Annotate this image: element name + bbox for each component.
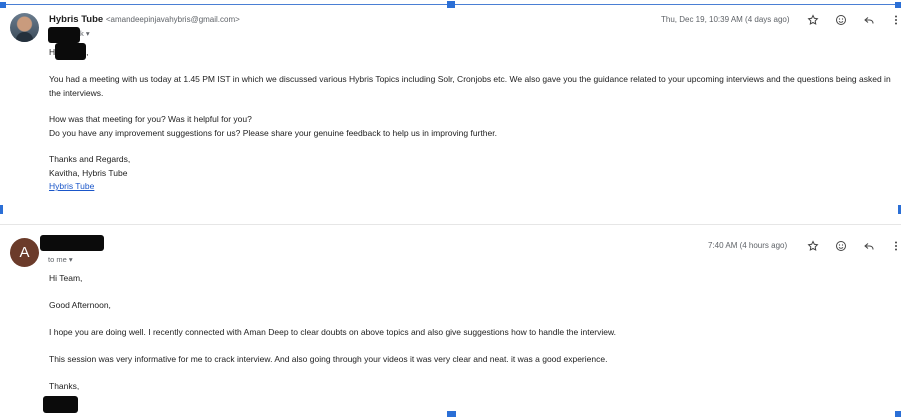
more-vert-icon[interactable] [889,13,901,27]
greeting: H, [49,46,894,60]
emoji-icon[interactable] [834,239,848,253]
signature-line: Thanks and Regards, [49,154,131,164]
redacted-name [55,43,86,60]
selection-handle[interactable] [0,2,6,8]
recipient-toggle[interactable]: to me ▾ [48,255,73,264]
body-paragraph: You had a meeting with us today at 1.45 … [49,74,891,98]
chevron-down-icon[interactable]: ▾ [69,255,73,264]
redacted-sender [40,235,104,251]
redacted-recipient [48,27,80,43]
selection-handle[interactable] [447,1,455,8]
signature-line: Kavitha, Hybris Tube [49,167,128,178]
body-paragraph: Hi Team, [49,273,83,283]
body-paragraph: Do you have any improvement suggestions … [49,127,497,138]
message-time: 7:40 AM (4 hours ago) [708,241,788,250]
body-paragraph: I hope you are doing well. I recently co… [49,327,617,337]
message-divider [0,224,901,225]
star-icon[interactable] [806,13,820,27]
more-vert-icon[interactable] [889,239,901,253]
selection-handle[interactable] [0,205,3,214]
message-time: Thu, Dec 19, 10:39 AM (4 days ago) [661,15,790,24]
recipient-label: to me [48,255,67,264]
reply-icon[interactable] [862,13,876,27]
body-paragraph: This session was very informative for me… [49,354,608,364]
signature-line: Thanks, [49,381,80,391]
chevron-down-icon[interactable]: ▾ [86,29,90,38]
body-paragraph: Good Afternoon, [49,300,111,310]
redacted-signature [43,396,78,413]
selection-handle[interactable] [447,411,456,417]
reply-icon[interactable] [862,239,876,253]
sender-line: Hybris Tube <amandeepinjavahybris@gmail.… [49,14,240,25]
avatar[interactable] [10,13,39,42]
star-icon[interactable] [806,239,820,253]
message-body: Hi Team, Good Afternoon, I hope you are … [49,272,894,394]
avatar[interactable]: A [10,238,39,267]
signature-link[interactable]: Hybris Tube [49,181,94,191]
message-body: You had a meeting with us today at 1.45 … [49,73,894,194]
body-paragraph: How was that meeting for you? Was it hel… [49,114,252,124]
sender-email: <amandeepinjavahybris@gmail.com> [105,15,240,24]
sender-name[interactable]: Hybris Tube [49,14,103,25]
selection-handle[interactable] [895,411,901,417]
emoji-icon[interactable] [834,13,848,27]
recipient-toggle[interactable]: k ▾ [80,29,90,38]
recipient-label: k [80,29,84,38]
selection-handle[interactable] [895,2,901,8]
greeting-suffix: , [86,47,89,57]
